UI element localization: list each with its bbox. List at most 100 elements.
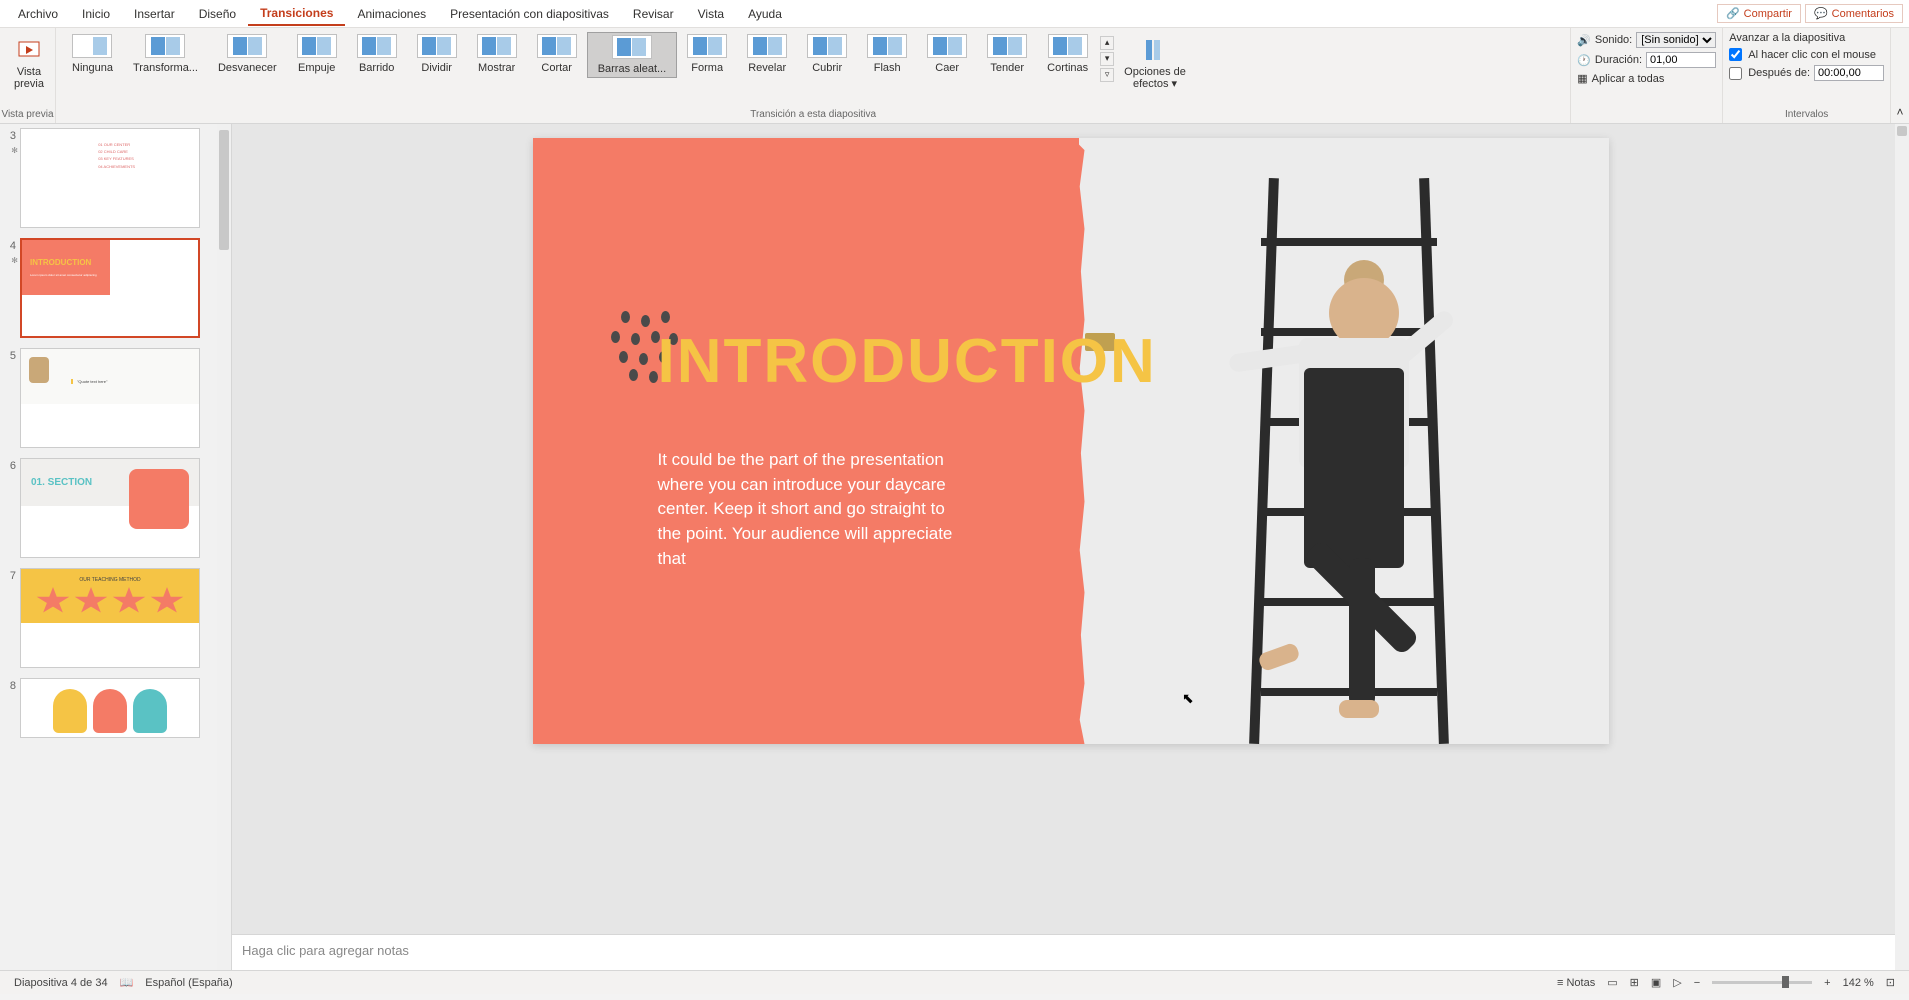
transition-cortar[interactable]: Cortar [527, 32, 587, 76]
transition-caer[interactable]: Caer [917, 32, 977, 76]
group-label-transition: Transición a esta diapositiva [56, 107, 1570, 123]
reading-view-button[interactable]: ▣ [1645, 976, 1667, 989]
comments-button[interactable]: 💬Comentarios [1805, 4, 1903, 23]
transition-barrido[interactable]: Barrido [347, 32, 407, 76]
thumbnail-panel[interactable]: 3✻ 01 OUR CENTER02 CHILD CARE03 KEY FEAT… [0, 124, 232, 970]
group-label-preview: Vista previa [0, 107, 55, 123]
tab-vista[interactable]: Vista [686, 3, 736, 25]
transition-icon [297, 34, 337, 58]
transition-icon [72, 34, 112, 58]
slide-thumbnail-6[interactable]: 01. SECTION [20, 458, 200, 558]
transition-ninguna[interactable]: Ninguna [62, 32, 123, 76]
zoom-out-button[interactable]: − [1688, 977, 1706, 989]
slide-thumbnail-3[interactable]: 01 OUR CENTER02 CHILD CARE03 KEY FEATURE… [20, 128, 200, 228]
transition-mostrar[interactable]: Mostrar [467, 32, 527, 76]
transition-barrasaleat[interactable]: Barras aleat... [587, 32, 677, 78]
transition-label: Barras aleat... [598, 63, 666, 75]
ribbon: Vistaprevia Vista previa Ninguna Transfor… [0, 28, 1909, 124]
after-checkbox[interactable] [1729, 67, 1742, 80]
effect-options-button[interactable]: Opciones deefectos ▾ [1116, 32, 1194, 94]
slide-counter[interactable]: Diapositiva 4 de 34 [8, 977, 114, 989]
slide-thumbnail-4[interactable]: INTRODUCTIONLorem ipsum dolor sit amet c… [20, 238, 200, 338]
transition-tender[interactable]: Tender [977, 32, 1037, 76]
tab-ayuda[interactable]: Ayuda [736, 3, 794, 25]
slide-thumbnail-8[interactable] [20, 678, 200, 738]
transition-revelar[interactable]: Revelar [737, 32, 797, 76]
transition-icon [145, 34, 185, 58]
collapse-ribbon-button[interactable]: ˄ [1891, 28, 1909, 123]
transition-icon [417, 34, 457, 58]
apply-all-button[interactable]: ▦ Aplicar a todas [1577, 72, 1664, 85]
transition-forma[interactable]: Forma [677, 32, 737, 76]
transition-label: Transforma... [133, 62, 198, 74]
notes-toggle[interactable]: ≡ Notas [1551, 977, 1601, 989]
slide-canvas[interactable]: INTRODUCTION It could be the part of the… [232, 124, 1909, 934]
thumb-number: 3✻ [4, 128, 20, 228]
sound-icon: 🔊 [1577, 34, 1591, 47]
spellcheck-icon[interactable]: 📖 [114, 976, 140, 989]
slideshow-button[interactable]: ▷ [1667, 976, 1687, 989]
on-click-checkbox[interactable] [1729, 48, 1742, 61]
editor-scrollbar[interactable] [1895, 124, 1909, 934]
duration-label: Duración: [1595, 54, 1642, 66]
transition-transforma[interactable]: Transforma... [123, 32, 208, 76]
tab-diseno[interactable]: Diseño [187, 3, 248, 25]
slide-editor: INTRODUCTION It could be the part of the… [232, 124, 1909, 970]
effect-options-icon [1140, 36, 1170, 64]
sorter-view-button[interactable]: ⊞ [1624, 976, 1645, 989]
language-indicator[interactable]: Español (España) [139, 977, 238, 989]
slide-body-text[interactable]: It could be the part of the presentation… [658, 448, 958, 571]
sound-label: Sonido: [1595, 34, 1632, 46]
gallery-row-down[interactable]: ▾ [1100, 52, 1114, 66]
transition-dividir[interactable]: Dividir [407, 32, 467, 76]
thumb-number: 5 [4, 348, 20, 448]
transition-icon [687, 34, 727, 58]
thumb-number: 8 [4, 678, 20, 738]
duration-input[interactable] [1646, 52, 1716, 68]
fit-slide-button[interactable]: ⊡ [1880, 976, 1901, 989]
transition-icon [1048, 34, 1088, 58]
tab-animaciones[interactable]: Animaciones [345, 3, 438, 25]
transition-desvanecer[interactable]: Desvanecer [208, 32, 287, 76]
main-area: 3✻ 01 OUR CENTER02 CHILD CARE03 KEY FEAT… [0, 124, 1909, 970]
transition-label: Cortar [541, 62, 572, 74]
transition-flash[interactable]: Flash [857, 32, 917, 76]
tab-revisar[interactable]: Revisar [621, 3, 686, 25]
thumbnail-scrollbar[interactable] [217, 124, 231, 970]
current-slide[interactable]: INTRODUCTION It could be the part of the… [533, 138, 1609, 744]
share-icon: 🔗 [1726, 7, 1740, 20]
tab-archivo[interactable]: Archivo [6, 3, 70, 25]
slide-thumbnail-5[interactable]: "Quote text here" [20, 348, 200, 448]
transition-label: Desvanecer [218, 62, 277, 74]
transition-empuje[interactable]: Empuje [287, 32, 347, 76]
normal-view-button[interactable]: ▭ [1601, 976, 1623, 989]
tab-insertar[interactable]: Insertar [122, 3, 187, 25]
slide-thumbnail-7[interactable]: OUR TEACHING METHOD [20, 568, 200, 668]
tab-transiciones[interactable]: Transiciones [248, 2, 345, 26]
child-graphic [1229, 268, 1429, 708]
transition-cortinas[interactable]: Cortinas [1037, 32, 1098, 76]
transition-label: Cortinas [1047, 62, 1088, 74]
after-input[interactable] [1814, 65, 1884, 81]
transition-icon [612, 35, 652, 59]
transition-icon [987, 34, 1027, 58]
transition-icon [747, 34, 787, 58]
transition-cubrir[interactable]: Cubrir [797, 32, 857, 76]
transition-icon [357, 34, 397, 58]
gallery-more[interactable]: ▿ [1100, 68, 1114, 82]
slide-title[interactable]: INTRODUCTION [658, 326, 1157, 397]
transition-star-icon: ✻ [11, 146, 18, 155]
zoom-in-button[interactable]: + [1818, 977, 1836, 989]
share-button[interactable]: 🔗Compartir [1717, 4, 1801, 23]
gallery-row-up[interactable]: ▴ [1100, 36, 1114, 50]
transition-label: Barrido [359, 62, 394, 74]
zoom-slider[interactable] [1712, 981, 1812, 984]
sound-select[interactable]: [Sin sonido] [1636, 32, 1716, 48]
tab-presentacion[interactable]: Presentación con diapositivas [438, 3, 621, 25]
transition-star-icon: ✻ [11, 256, 18, 265]
zoom-percent[interactable]: 142 % [1837, 977, 1880, 989]
notes-pane[interactable]: Haga clic para agregar notas [232, 934, 1909, 970]
preview-button[interactable]: Vistaprevia [6, 32, 52, 94]
tab-inicio[interactable]: Inicio [70, 3, 122, 25]
transition-label: Mostrar [478, 62, 515, 74]
